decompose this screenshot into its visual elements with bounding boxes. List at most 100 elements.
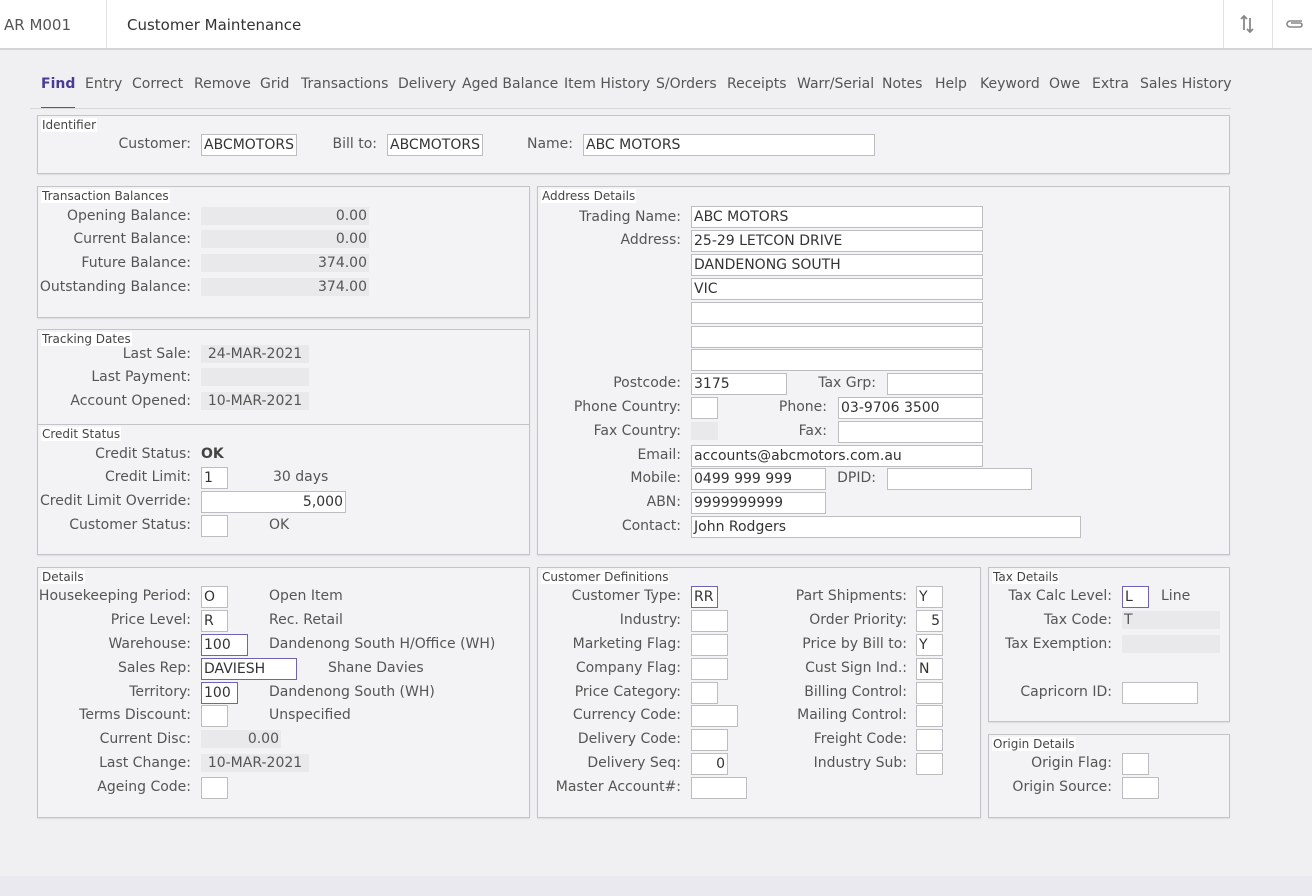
price-category-label: Price Category: bbox=[574, 684, 681, 700]
name-input[interactable]: ABC MOTORS bbox=[583, 134, 875, 156]
address-line-3[interactable]: VIC bbox=[691, 278, 983, 300]
terms-discount-desc: Unspecified bbox=[269, 707, 351, 723]
tab-aged-balance[interactable]: Aged Balance bbox=[462, 75, 558, 109]
credit-override-label: Credit Limit Override: bbox=[40, 493, 191, 509]
customer-status-desc: OK bbox=[269, 517, 290, 533]
tax-code-label: Tax Code: bbox=[1043, 612, 1112, 628]
part-shipments-input[interactable]: Y bbox=[916, 586, 943, 608]
price-level-input[interactable]: R bbox=[201, 610, 228, 632]
tab-extra[interactable]: Extra bbox=[1092, 75, 1129, 109]
tab-help[interactable]: Help bbox=[935, 75, 967, 109]
identifier-panel: Identifier Customer: ABCMOTORS Bill to: … bbox=[37, 115, 1230, 174]
tab-notes[interactable]: Notes bbox=[882, 75, 922, 109]
last-change-value: 10-MAR-2021 bbox=[201, 754, 309, 772]
address-line-6[interactable] bbox=[691, 349, 983, 371]
phone-input[interactable]: 03-9706 3500 bbox=[838, 397, 983, 419]
housekeeping-input[interactable]: O bbox=[201, 586, 228, 608]
territory-input[interactable]: 100 bbox=[201, 682, 238, 704]
tab-entry[interactable]: Entry bbox=[85, 75, 122, 109]
company-flag-label: Company Flag: bbox=[575, 660, 681, 676]
delivery-code-input[interactable] bbox=[691, 729, 728, 751]
tab-owe[interactable]: Owe bbox=[1049, 75, 1080, 109]
phone-country-label: Phone Country: bbox=[573, 399, 681, 415]
company-flag-input[interactable] bbox=[691, 658, 728, 680]
origin-flag-input[interactable] bbox=[1122, 753, 1149, 775]
ageing-code-input[interactable] bbox=[201, 777, 228, 799]
header-bar: AR M001 Customer Maintenance bbox=[0, 0, 1312, 50]
name-label: Name: bbox=[526, 136, 573, 152]
outstanding-balance-value: 374.00 bbox=[201, 278, 369, 296]
address-line-1[interactable]: 25-29 LETCON DRIVE bbox=[691, 230, 983, 252]
tab-delivery[interactable]: Delivery bbox=[398, 75, 456, 109]
mailing-control-label: Mailing Control: bbox=[797, 707, 907, 723]
dpid-input[interactable] bbox=[887, 468, 1032, 490]
freight-code-input[interactable] bbox=[916, 729, 943, 751]
industry-input[interactable] bbox=[691, 610, 728, 632]
current-balance-label: Current Balance: bbox=[73, 231, 191, 247]
currency-code-input[interactable] bbox=[691, 705, 738, 727]
terms-discount-input[interactable] bbox=[201, 705, 228, 727]
fax-country-label: Fax Country: bbox=[593, 423, 681, 439]
page-title: Customer Maintenance bbox=[127, 16, 302, 34]
customer-input[interactable]: ABCMOTORS bbox=[201, 134, 297, 156]
credit-limit-desc: 30 days bbox=[273, 469, 329, 485]
tab-keyword[interactable]: Keyword bbox=[980, 75, 1040, 109]
delivery-seq-input[interactable]: 0 bbox=[691, 753, 728, 775]
panel-title: Credit Status bbox=[41, 427, 122, 441]
tab-receipts[interactable]: Receipts bbox=[727, 75, 787, 109]
tab-divider bbox=[30, 108, 1231, 109]
credit-limit-input[interactable]: 1 bbox=[201, 467, 228, 489]
customer-definitions-panel: Customer Definitions Customer Type: RR I… bbox=[537, 567, 981, 818]
price-category-input[interactable] bbox=[691, 682, 718, 704]
cust-sign-input[interactable]: N bbox=[916, 658, 943, 680]
tax-calc-input[interactable]: L bbox=[1122, 586, 1149, 608]
billing-control-input[interactable] bbox=[916, 682, 943, 704]
billto-input[interactable]: ABCMOTORS bbox=[387, 134, 483, 156]
fax-input[interactable] bbox=[838, 421, 983, 443]
customer-status-input[interactable] bbox=[201, 515, 228, 537]
tab-transactions[interactable]: Transactions bbox=[301, 75, 388, 109]
tab-sorders[interactable]: S/Orders bbox=[656, 75, 717, 109]
tab-sales-history[interactable]: Sales History bbox=[1140, 75, 1232, 109]
capricorn-input[interactable] bbox=[1122, 682, 1198, 704]
mailing-control-input[interactable] bbox=[916, 705, 943, 727]
email-input[interactable]: accounts@abcmotors.com.au bbox=[691, 445, 983, 467]
sales-rep-input[interactable]: DAVIESH bbox=[201, 658, 297, 680]
master-account-input[interactable] bbox=[691, 777, 747, 799]
warehouse-input[interactable]: 100 bbox=[201, 634, 248, 656]
postcode-input[interactable]: 3175 bbox=[691, 373, 787, 395]
tab-find[interactable]: Find bbox=[41, 75, 76, 109]
address-line-5[interactable] bbox=[691, 326, 983, 348]
tax-code-value: T bbox=[1122, 611, 1220, 629]
address-line-4[interactable] bbox=[691, 302, 983, 324]
account-opened-value: 10-MAR-2021 bbox=[201, 392, 309, 410]
phone-country-input[interactable] bbox=[691, 397, 718, 419]
sort-arrows-icon[interactable] bbox=[1235, 12, 1259, 36]
panel-title: Details bbox=[41, 570, 85, 584]
future-balance-value: 374.00 bbox=[201, 254, 369, 272]
trading-name-input[interactable]: ABC MOTORS bbox=[691, 206, 983, 228]
territory-desc: Dandenong South (WH) bbox=[269, 684, 435, 700]
origin-panel: Origin Details Origin Flag: Origin Sourc… bbox=[988, 734, 1230, 818]
tab-warr-serial[interactable]: Warr/Serial bbox=[797, 75, 874, 109]
dpid-label: DPID: bbox=[837, 470, 876, 486]
tab-grid[interactable]: Grid bbox=[260, 75, 289, 109]
tab-item-history[interactable]: Item History bbox=[564, 75, 650, 109]
price-by-billto-input[interactable]: Y bbox=[916, 634, 943, 656]
tab-correct[interactable]: Correct bbox=[132, 75, 183, 109]
abn-input[interactable]: 9999999999 bbox=[691, 492, 826, 514]
order-priority-input[interactable]: 5 bbox=[916, 610, 943, 632]
paperclip-icon[interactable] bbox=[1282, 12, 1306, 36]
panel-title: Address Details bbox=[541, 189, 637, 203]
territory-label: Territory: bbox=[129, 684, 191, 700]
address-line-2[interactable]: DANDENONG SOUTH bbox=[691, 254, 983, 276]
tab-remove[interactable]: Remove bbox=[194, 75, 251, 109]
contact-input[interactable]: John Rodgers bbox=[691, 516, 1081, 538]
marketing-flag-input[interactable] bbox=[691, 634, 728, 656]
industry-sub-input[interactable] bbox=[916, 753, 943, 775]
origin-source-input[interactable] bbox=[1122, 777, 1159, 799]
mobile-input[interactable]: 0499 999 999 bbox=[691, 468, 826, 490]
customer-type-input[interactable]: RR bbox=[691, 586, 718, 608]
tax-grp-input[interactable] bbox=[887, 373, 983, 395]
credit-override-input[interactable]: 5,000 bbox=[201, 491, 346, 513]
